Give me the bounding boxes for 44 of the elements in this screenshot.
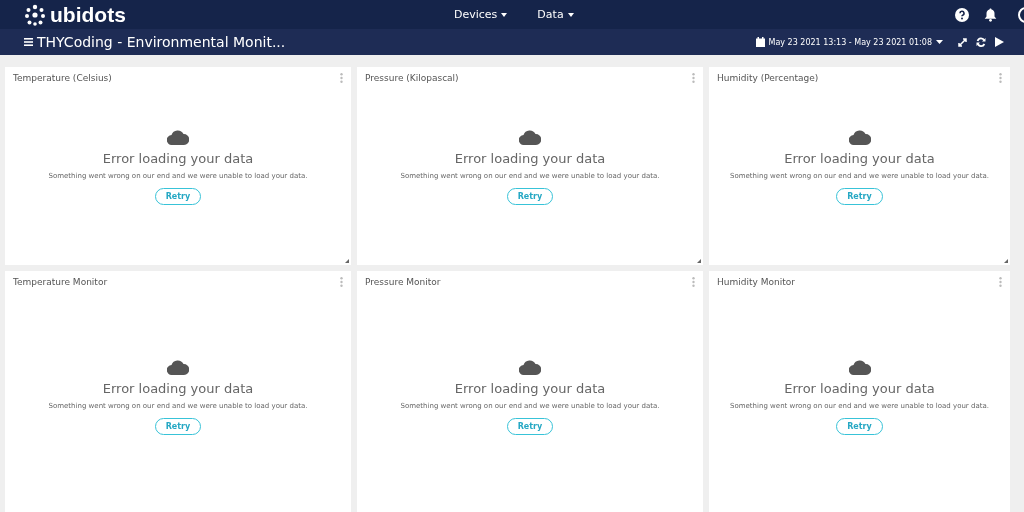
notification-bell-icon[interactable] xyxy=(984,7,997,22)
calendar-icon xyxy=(755,37,765,47)
error-heading: Error loading your data xyxy=(454,380,606,396)
widget-title: Humidity (Percentage) xyxy=(717,73,819,83)
cloud-icon xyxy=(519,359,541,375)
date-range-picker[interactable]: May 23 2021 13:13 - May 23 2021 01:08 xyxy=(755,37,943,47)
resize-handle-icon[interactable] xyxy=(1004,259,1008,263)
error-heading: Error loading your data xyxy=(102,380,254,396)
refresh-icon[interactable] xyxy=(976,37,986,47)
caret-icon xyxy=(936,40,943,44)
expand-icon[interactable] xyxy=(958,37,967,47)
error-heading: Error loading your data xyxy=(454,150,606,166)
widget-title: Pressure (Kilopascal) xyxy=(365,73,459,83)
play-icon[interactable] xyxy=(995,37,1004,47)
avatar-icon[interactable] xyxy=(1018,6,1024,23)
logo-icon xyxy=(24,3,46,26)
error-heading: Error loading your data xyxy=(784,150,935,166)
error-heading: Error loading your data xyxy=(102,150,254,166)
resize-handle-icon[interactable] xyxy=(697,259,701,263)
cloud-icon xyxy=(519,129,541,145)
nav-menu[interactable]: Devices xyxy=(454,8,508,21)
retry-button[interactable]: Retry xyxy=(836,187,883,205)
widget-title: Pressure Monitor xyxy=(365,277,441,287)
menu-icon[interactable] xyxy=(24,38,33,46)
resize-handle-icon[interactable] xyxy=(345,259,349,263)
error-heading: Error loading your data xyxy=(784,380,935,396)
nav-menu[interactable]: Data xyxy=(537,8,574,21)
retry-button[interactable]: Retry xyxy=(154,417,202,435)
dashboard-title: THYCoding - Environmental Monit... xyxy=(37,34,286,50)
cloud-icon xyxy=(167,129,189,145)
widget-title: Temperature Monitor xyxy=(13,277,108,287)
retry-button[interactable]: Retry xyxy=(506,187,554,205)
cloud-icon xyxy=(167,359,189,375)
caret-icon xyxy=(501,12,508,17)
widget-title: Temperature (Celsius) xyxy=(13,73,112,83)
cloud-icon xyxy=(848,359,871,375)
widget-title: Humidity Monitor xyxy=(717,277,795,287)
retry-button[interactable]: Retry xyxy=(836,417,883,435)
retry-button[interactable]: Retry xyxy=(506,417,554,435)
help-icon[interactable] xyxy=(955,7,969,22)
retry-button[interactable]: Retry xyxy=(154,187,202,205)
cloud-icon xyxy=(848,129,871,145)
logo-text: ubidots xyxy=(50,2,126,27)
caret-icon xyxy=(567,12,574,17)
